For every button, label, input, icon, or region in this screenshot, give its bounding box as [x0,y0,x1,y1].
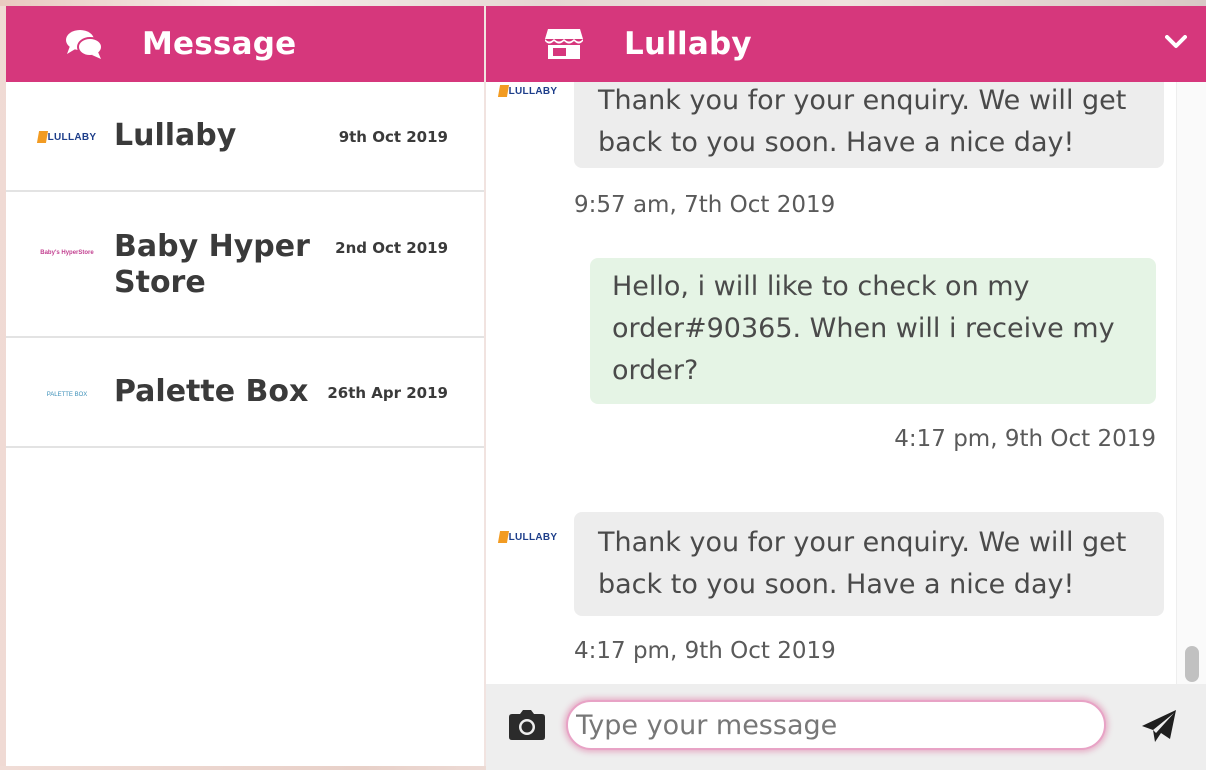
lullaby-logo: LULLABY [36,124,98,150]
message-text: Hello, i will like to check on my order#… [612,271,1115,386]
conversation-name: Baby Hyper Store [114,229,310,300]
conversation-item-palette-box[interactable]: PALETTE BOX Palette Box 26th Apr 2019 [6,338,484,448]
send-icon[interactable] [1140,708,1178,744]
message-text: Thank you for your enquiry. We will get … [598,85,1127,158]
message-composer [486,684,1206,770]
conversation-name: Lullaby [114,118,237,153]
message-timestamp: 9:57 am, 7th Oct 2019 [574,192,836,218]
chevron-down-icon[interactable] [1164,30,1188,54]
chat-scrollbar[interactable] [1176,82,1206,684]
chat-title: Lullaby [624,26,752,62]
message-input[interactable] [566,700,1106,750]
conversation-sidebar: Message LULLABY Lullaby 9th Oct 2019 Bab… [6,6,484,766]
conversation-date: 26th Apr 2019 [327,384,448,402]
sender-avatar: LULLABY [497,528,557,546]
conversation-item-baby-hyper-store[interactable]: Baby's HyperStore Baby Hyper Store 2nd O… [6,192,484,338]
chat-header: Lullaby [486,6,1206,82]
message-thread[interactable]: LULLABY Thank you for your enquiry. We w… [486,82,1176,684]
incoming-message: Thank you for your enquiry. We will get … [574,82,1164,168]
sidebar-header: Message [6,6,484,82]
sidebar-title: Message [142,26,297,62]
palette-box-logo: PALETTE BOX [46,392,88,398]
conversation-item-lullaby[interactable]: LULLABY Lullaby 9th Oct 2019 [6,82,484,192]
message-timestamp: 4:17 pm, 9th Oct 2019 [894,426,1156,452]
chat-bubbles-icon [64,26,104,62]
conversation-name: Palette Box [114,374,309,409]
camera-icon[interactable] [508,708,546,742]
scrollbar-thumb[interactable] [1185,646,1199,682]
store-icon [544,26,584,62]
message-timestamp: 4:17 pm, 9th Oct 2019 [574,638,836,664]
outgoing-message: Hello, i will like to check on my order#… [590,258,1156,404]
chat-panel: Lullaby LULLABY Thank you for your enqui… [486,6,1206,770]
conversation-date: 2nd Oct 2019 [335,239,448,257]
message-text: Thank you for your enquiry. We will get … [598,527,1127,600]
conversation-list: LULLABY Lullaby 9th Oct 2019 Baby's Hype… [6,82,484,448]
sender-avatar: LULLABY [497,82,557,100]
incoming-message: Thank you for your enquiry. We will get … [574,512,1164,616]
conversation-date: 9th Oct 2019 [338,128,448,146]
baby-hyper-store-logo: Baby's HyperStore [40,250,94,256]
